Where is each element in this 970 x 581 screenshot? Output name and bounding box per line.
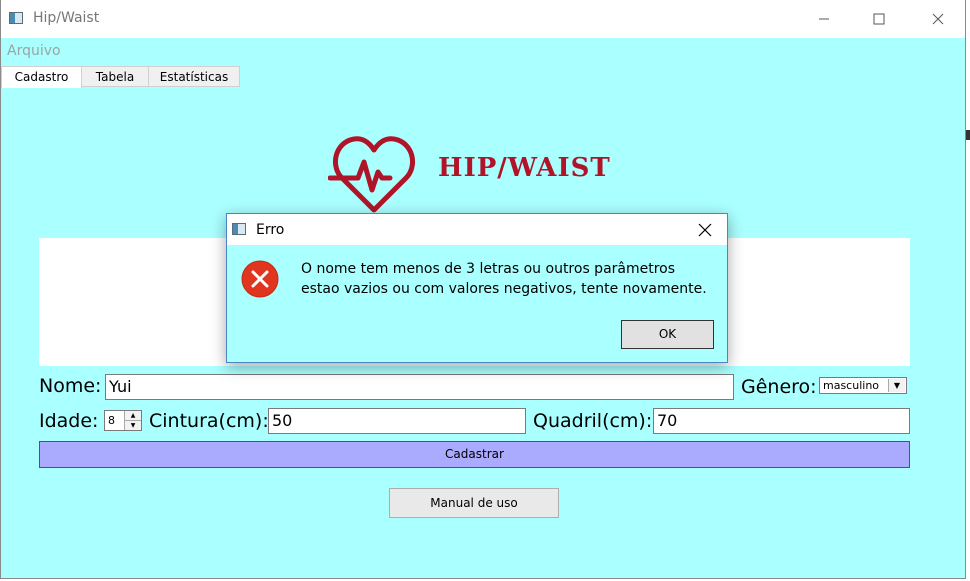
idade-label: Idade:	[39, 410, 99, 432]
ok-button[interactable]: OK	[621, 320, 714, 349]
maximize-button[interactable]	[856, 0, 902, 38]
tab-cadastro[interactable]: Cadastro	[1, 66, 82, 88]
quadril-label: Quadril(cm):	[533, 410, 653, 432]
close-button[interactable]	[915, 0, 961, 38]
menu-arquivo[interactable]: Arquivo	[7, 43, 61, 59]
menu-bar: Arquivo	[1, 38, 965, 62]
tab-estatisticas[interactable]: Estatísticas	[148, 66, 240, 87]
heart-pulse-icon	[328, 136, 416, 213]
close-icon	[932, 13, 944, 25]
idade-spin-buttons[interactable]: ▲ ▼	[124, 411, 141, 430]
genero-select[interactable]: masculino ▼	[819, 377, 907, 394]
spin-down-icon[interactable]: ▼	[125, 421, 141, 430]
cintura-input[interactable]: 50	[268, 408, 526, 434]
background-window-edge	[966, 130, 970, 140]
dialog-message: O nome tem menos de 3 letras ou outros p…	[301, 261, 707, 297]
dialog-title: Erro	[256, 222, 285, 238]
maximize-icon	[873, 13, 885, 25]
idade-value: 8	[108, 414, 115, 427]
close-icon	[698, 223, 712, 236]
idade-spinbox[interactable]: 8 ▲ ▼	[104, 410, 142, 431]
dialog-title-bar: Erro	[227, 214, 727, 245]
tab-tabela[interactable]: Tabela	[81, 66, 149, 87]
chevron-down-icon[interactable]: ▼	[888, 379, 905, 392]
error-icon	[241, 260, 279, 298]
main-window: Hip/Waist Arquivo Cadastro Tabela Estatí…	[0, 0, 966, 579]
error-dialog: Erro O nome tem menos de 3 letras ou out…	[226, 213, 728, 363]
genero-value: masculino	[823, 379, 880, 392]
spin-up-icon[interactable]: ▲	[125, 411, 141, 421]
cintura-label: Cintura(cm):	[149, 410, 269, 432]
nome-input[interactable]: Yui	[105, 374, 734, 400]
quadril-input[interactable]: 70	[653, 408, 910, 434]
dialog-close-button[interactable]	[683, 214, 727, 245]
minimize-button[interactable]	[801, 0, 847, 38]
window-title: Hip/Waist	[33, 10, 100, 26]
app-icon	[9, 12, 23, 24]
manual-button[interactable]: Manual de uso	[389, 488, 559, 518]
dialog-app-icon	[232, 223, 246, 235]
minimize-icon	[819, 18, 829, 20]
title-bar: Hip/Waist	[1, 0, 965, 38]
genero-label: Gênero:	[741, 376, 817, 398]
cadastrar-button[interactable]: Cadastrar	[39, 441, 910, 468]
logo-text: Hip/Waist	[438, 153, 611, 183]
nome-label: Nome:	[39, 375, 102, 397]
